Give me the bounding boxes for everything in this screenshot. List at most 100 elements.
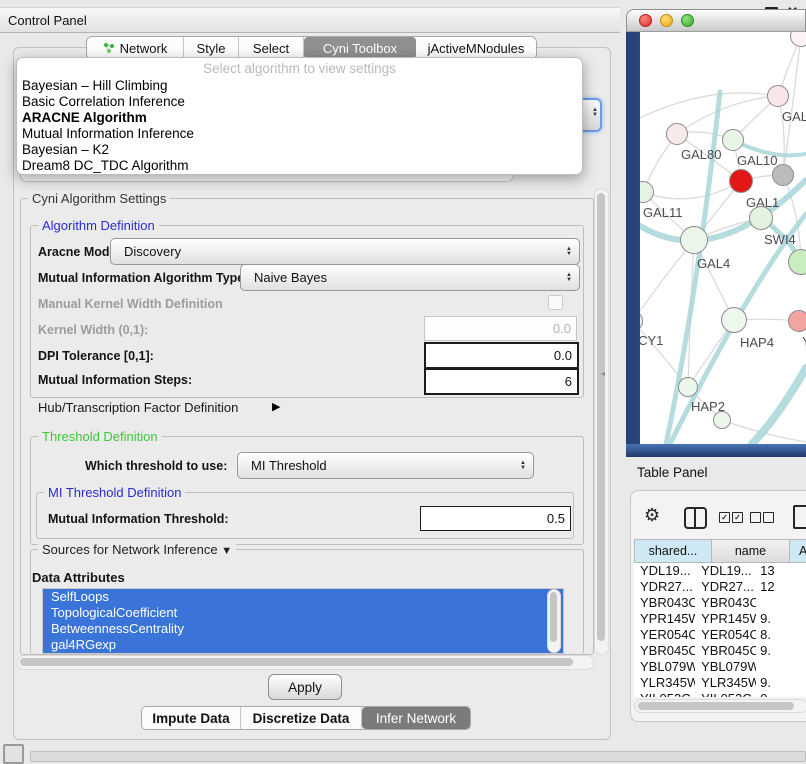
select-all-check-icon[interactable]: ✓ bbox=[732, 512, 743, 523]
table-cell[interactable]: 0. bbox=[756, 691, 806, 697]
table-cell[interactable]: YPR145W bbox=[695, 611, 756, 627]
collapsed-panel-button[interactable] bbox=[3, 744, 24, 764]
table-row[interactable]: YBL079WYBL079W bbox=[634, 659, 806, 675]
network-window-titlebar[interactable] bbox=[626, 9, 806, 32]
which-threshold-combobox[interactable]: MI Threshold ▲▼ bbox=[237, 452, 534, 479]
dropdown-item[interactable]: Basic Correlation Inference bbox=[22, 94, 185, 110]
table-cell[interactable]: YER054C bbox=[634, 627, 695, 643]
network-view[interactable]: GALGAL80GAL10GAL1GAL11SWI4GAL4GCY1HAP4YH… bbox=[640, 32, 806, 444]
table-row[interactable]: YLR345WYLR345W9. bbox=[634, 675, 806, 691]
network-node-gal[interactable] bbox=[767, 85, 789, 107]
table-cell[interactable]: YPR145W bbox=[634, 611, 695, 627]
tab-infer-network[interactable]: Infer Network bbox=[362, 707, 470, 729]
gear-icon[interactable]: ⚙ bbox=[644, 505, 660, 526]
network-node-gal4[interactable] bbox=[680, 226, 708, 254]
network-node-gal1[interactable] bbox=[729, 169, 753, 193]
dropdown-item-selected[interactable]: ARACNE Algorithm bbox=[22, 110, 147, 126]
table-horizontal-scrollbar-thumb[interactable] bbox=[638, 702, 794, 710]
network-node-swi4[interactable] bbox=[749, 206, 773, 230]
close-traffic-light-icon[interactable] bbox=[639, 14, 652, 27]
attr-list-item[interactable]: TopologicalCoefficient bbox=[43, 605, 563, 621]
table-cell[interactable]: YIL052C bbox=[634, 691, 695, 697]
dpi-tolerance-field[interactable]: 0.0 bbox=[424, 342, 579, 369]
table-cell[interactable]: YDL19... bbox=[695, 563, 756, 579]
table-cell[interactable]: 13 bbox=[756, 563, 806, 579]
mi-algorithm-type-combobox[interactable]: Naive Bayes ▲▼ bbox=[240, 264, 580, 291]
dropdown-item[interactable]: Bayesian – K2 bbox=[22, 142, 109, 158]
table-horizontal-scrollbar[interactable] bbox=[634, 699, 806, 713]
network-node[interactable] bbox=[772, 164, 794, 186]
dropdown-item[interactable]: Dream8 DC_TDC Algorithm bbox=[22, 158, 189, 174]
attr-list-scrollbar[interactable] bbox=[547, 589, 561, 653]
table-cell[interactable]: YBL079W bbox=[634, 659, 695, 675]
table-cell[interactable]: YDL19... bbox=[634, 563, 695, 579]
table-row[interactable]: YDR27...YDR27...12 bbox=[634, 579, 806, 595]
mi-threshold-field[interactable]: 0.5 bbox=[420, 506, 571, 531]
table-cell[interactable] bbox=[756, 659, 806, 675]
table-cell[interactable]: YIL052C bbox=[695, 691, 756, 697]
table-cell[interactable]: YBR045C bbox=[695, 643, 756, 659]
sources-expanded-arrow-icon[interactable]: ▼ bbox=[221, 545, 232, 557]
table-row[interactable]: YBR045CYBR045C9. bbox=[634, 643, 806, 659]
splitter-handle-icon[interactable]: ◂ bbox=[601, 369, 605, 378]
deselect-all-icon[interactable] bbox=[763, 512, 774, 523]
mi-steps-field[interactable]: 6 bbox=[424, 368, 579, 395]
table-header-next-column[interactable]: A bbox=[789, 539, 806, 563]
network-node-hap2[interactable] bbox=[678, 377, 698, 397]
table-cell[interactable]: YBR043C bbox=[695, 595, 756, 611]
table-cell[interactable]: YBR045C bbox=[634, 643, 695, 659]
tab-network[interactable]: Network bbox=[87, 37, 184, 59]
network-node[interactable] bbox=[713, 411, 731, 429]
hub-definition-label[interactable]: Hub/Transcription Factor Definition bbox=[38, 400, 238, 415]
attr-list-scrollbar-thumb[interactable] bbox=[550, 592, 557, 642]
dropdown-item[interactable]: Bayesian – Hill Climbing bbox=[22, 78, 168, 94]
table-cell[interactable] bbox=[756, 595, 806, 611]
settings-horizontal-scrollbar[interactable] bbox=[17, 655, 594, 670]
tab-cyni-toolbox[interactable]: Cyni Toolbox bbox=[304, 37, 416, 59]
table-cell[interactable]: 9. bbox=[756, 643, 806, 659]
tab-select[interactable]: Select bbox=[239, 37, 304, 59]
dropdown-item[interactable]: Mutual Information Inference bbox=[22, 126, 194, 142]
table-row[interactable]: YER054CYER054C8. bbox=[634, 627, 806, 643]
table-cell[interactable]: 12 bbox=[756, 579, 806, 595]
data-attributes-list[interactable]: SelfLoops TopologicalCoefficient Between… bbox=[42, 588, 564, 654]
table-row[interactable]: YDL19...YDL19...13 bbox=[634, 563, 806, 579]
table-row[interactable]: YIL052CYIL052C0. bbox=[634, 691, 806, 697]
apply-button[interactable]: Apply bbox=[268, 674, 342, 700]
aracne-mode-combobox[interactable]: Discovery ▲▼ bbox=[110, 238, 580, 265]
table-cell[interactable]: 8. bbox=[756, 627, 806, 643]
table-cell[interactable]: YDR27... bbox=[695, 579, 756, 595]
table-cell[interactable]: 9. bbox=[756, 675, 806, 691]
table-row[interactable]: YBR043CYBR043C bbox=[634, 595, 806, 611]
table-header-name[interactable]: name bbox=[711, 539, 790, 563]
settings-vertical-scrollbar[interactable] bbox=[594, 188, 609, 655]
attr-list-item[interactable]: gal4RGexp bbox=[43, 637, 563, 653]
table-row[interactable]: YPR145WYPR145W9. bbox=[634, 611, 806, 627]
table-cell[interactable]: YDR27... bbox=[634, 579, 695, 595]
table-cell[interactable]: YER054C bbox=[695, 627, 756, 643]
table-cell[interactable]: YLR345W bbox=[634, 675, 695, 691]
select-all-check-icon[interactable]: ✓ bbox=[719, 512, 730, 523]
zoom-traffic-light-icon[interactable] bbox=[681, 14, 694, 27]
kernel-width-field[interactable]: 0.0 bbox=[424, 316, 577, 341]
network-node-gal10[interactable] bbox=[722, 129, 744, 151]
table-cell[interactable]: 9. bbox=[756, 611, 806, 627]
network-node-hap4[interactable] bbox=[721, 307, 747, 333]
table-header-shared-name[interactable]: shared... bbox=[634, 539, 712, 563]
settings-vertical-scrollbar-thumb[interactable] bbox=[597, 193, 605, 641]
attr-list-item[interactable]: SelfLoops bbox=[43, 589, 563, 605]
hub-collapsed-arrow-icon[interactable]: ▶ bbox=[272, 400, 280, 413]
table-cell[interactable]: YBR043C bbox=[634, 595, 695, 611]
table-cell[interactable]: YLR345W bbox=[695, 675, 756, 691]
table-cell[interactable]: YBL079W bbox=[695, 659, 756, 675]
attr-list-item[interactable]: BetweennessCentrality bbox=[43, 621, 563, 637]
network-node-gal80[interactable] bbox=[666, 123, 688, 145]
tab-impute-data[interactable]: Impute Data bbox=[142, 707, 241, 729]
minimize-traffic-light-icon[interactable] bbox=[660, 14, 673, 27]
manual-kernel-width-checkbox[interactable] bbox=[548, 295, 563, 310]
tab-discretize-data[interactable]: Discretize Data bbox=[241, 707, 362, 729]
export-table-icon[interactable] bbox=[793, 505, 806, 529]
network-node-y[interactable] bbox=[788, 310, 806, 332]
settings-horizontal-scrollbar-thumb[interactable] bbox=[20, 658, 573, 666]
column-view-icon[interactable] bbox=[684, 507, 707, 529]
